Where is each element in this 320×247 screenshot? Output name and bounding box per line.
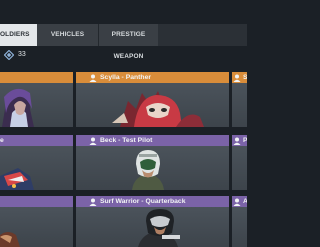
soldier-card[interactable] [0, 196, 73, 247]
card-header [0, 72, 73, 83]
card-title: e [0, 137, 4, 144]
card-portrait [232, 146, 247, 190]
operator-portrait [112, 91, 204, 127]
item-count: 33 [18, 51, 26, 58]
diamond-filter-icon[interactable] [4, 50, 14, 60]
character-icon [89, 137, 97, 145]
character-icon [89, 198, 97, 206]
soldier-card[interactable]: S [232, 72, 247, 127]
character-icon [233, 137, 241, 145]
soldier-card[interactable]: P [232, 135, 247, 190]
tab-prestige-weapon[interactable]: PRESTIGE WEAPON [99, 24, 158, 60]
card-header: Beck - Test Pilot [76, 135, 229, 146]
soldier-card[interactable]: e [0, 135, 73, 190]
tab-soldiers[interactable]: OLDIERS [0, 24, 37, 46]
card-header: S [232, 72, 247, 83]
card-title: Beck - Test Pilot [100, 137, 153, 144]
tab-vehicles[interactable]: VEHICLES [37, 24, 98, 46]
card-title: Scylla - Panther [100, 74, 151, 81]
card-header: e [0, 135, 73, 146]
soldier-card[interactable]: Surf Warrior - Quarterback [76, 196, 229, 247]
card-header [0, 196, 73, 207]
card-portrait [0, 207, 73, 247]
card-header: A [232, 196, 247, 207]
card-portrait [76, 146, 229, 190]
operator-portrait [0, 168, 34, 190]
soldier-card[interactable]: Beck - Test Pilot [76, 135, 229, 190]
card-portrait [76, 83, 229, 127]
character-icon [233, 198, 241, 206]
soldier-card[interactable] [0, 72, 73, 127]
card-header: Surf Warrior - Quarterback [76, 196, 229, 207]
card-header: P [232, 135, 247, 146]
card-portrait [76, 207, 229, 247]
operator-portrait [138, 209, 180, 247]
character-icon [233, 74, 241, 82]
operator-portrait [132, 150, 164, 190]
card-portrait [232, 83, 247, 127]
operator-portrait [2, 88, 34, 127]
soldier-card[interactable]: Scylla - Panther [76, 72, 229, 127]
card-portrait [0, 83, 73, 127]
card-portrait [0, 146, 73, 190]
operator-portrait [0, 232, 20, 247]
soldier-card[interactable]: A [232, 196, 247, 247]
character-icon [89, 74, 97, 82]
card-header: Scylla - Panther [76, 72, 229, 83]
category-tab-bar: OLDIERS VEHICLES PRESTIGE WEAPON [0, 24, 247, 60]
card-portrait [232, 207, 247, 247]
